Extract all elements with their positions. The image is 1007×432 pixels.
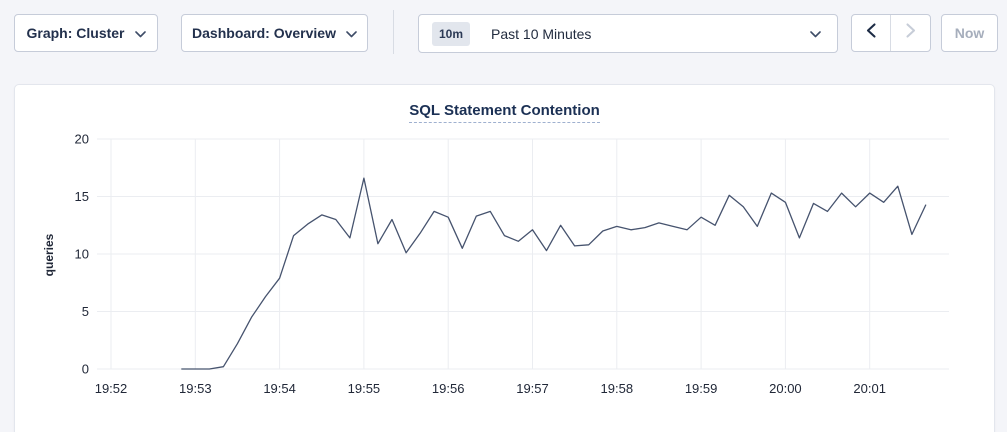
y-axis-label: queries bbox=[42, 233, 56, 276]
graph-dropdown[interactable]: Graph: Cluster bbox=[14, 14, 158, 52]
sql-contention-line-chart: 0 5 10 15 20 19:52 19:53 19:54 19:55 19:56 19:57 19… bbox=[15, 85, 996, 432]
x-tick-label: 19:55 bbox=[348, 381, 381, 396]
x-tick-label: 20:01 bbox=[853, 381, 886, 396]
now-button[interactable]: Now bbox=[941, 14, 998, 52]
x-tick-label: 19:56 bbox=[432, 381, 465, 396]
x-tick-label: 19:57 bbox=[516, 381, 549, 396]
time-range-picker[interactable]: 10m Past 10 Minutes bbox=[418, 14, 838, 53]
y-tick-label: 10 bbox=[75, 247, 89, 262]
dashboard-dropdown[interactable]: Dashboard: Overview bbox=[181, 14, 368, 52]
y-tick-label: 15 bbox=[75, 189, 89, 204]
graph-dropdown-label: Graph: Cluster bbox=[26, 25, 124, 41]
step-back-button[interactable] bbox=[852, 15, 891, 51]
time-range-badge: 10m bbox=[432, 22, 470, 46]
toolbar-divider bbox=[393, 10, 394, 54]
y-tick-label: 0 bbox=[82, 362, 89, 377]
y-tick-label: 5 bbox=[82, 304, 89, 319]
chevron-down-icon bbox=[135, 25, 146, 41]
chevron-down-icon bbox=[346, 25, 357, 41]
x-tick-label: 19:59 bbox=[685, 381, 718, 396]
y-tick-label: 20 bbox=[75, 132, 89, 147]
x-tick-label: 19:58 bbox=[601, 381, 634, 396]
x-tick-label: 19:54 bbox=[263, 381, 296, 396]
x-tick-label: 19:53 bbox=[179, 381, 212, 396]
time-step-buttons bbox=[851, 14, 931, 52]
dashboard-dropdown-label: Dashboard: Overview bbox=[192, 25, 336, 41]
chevron-left-icon bbox=[866, 23, 876, 43]
toolbar: Graph: Cluster Dashboard: Overview 10m P… bbox=[0, 0, 1007, 66]
chevron-down-icon bbox=[810, 25, 821, 43]
x-tick-label: 20:00 bbox=[769, 381, 802, 396]
time-range-label: Past 10 Minutes bbox=[491, 26, 810, 42]
chart-panel: SQL Statement Contention 0510152019:5219… bbox=[14, 84, 995, 432]
x-tick-label: 19:52 bbox=[95, 381, 128, 396]
chevron-right-icon bbox=[906, 23, 916, 43]
step-forward-button[interactable] bbox=[891, 15, 930, 51]
series-line bbox=[181, 178, 926, 369]
